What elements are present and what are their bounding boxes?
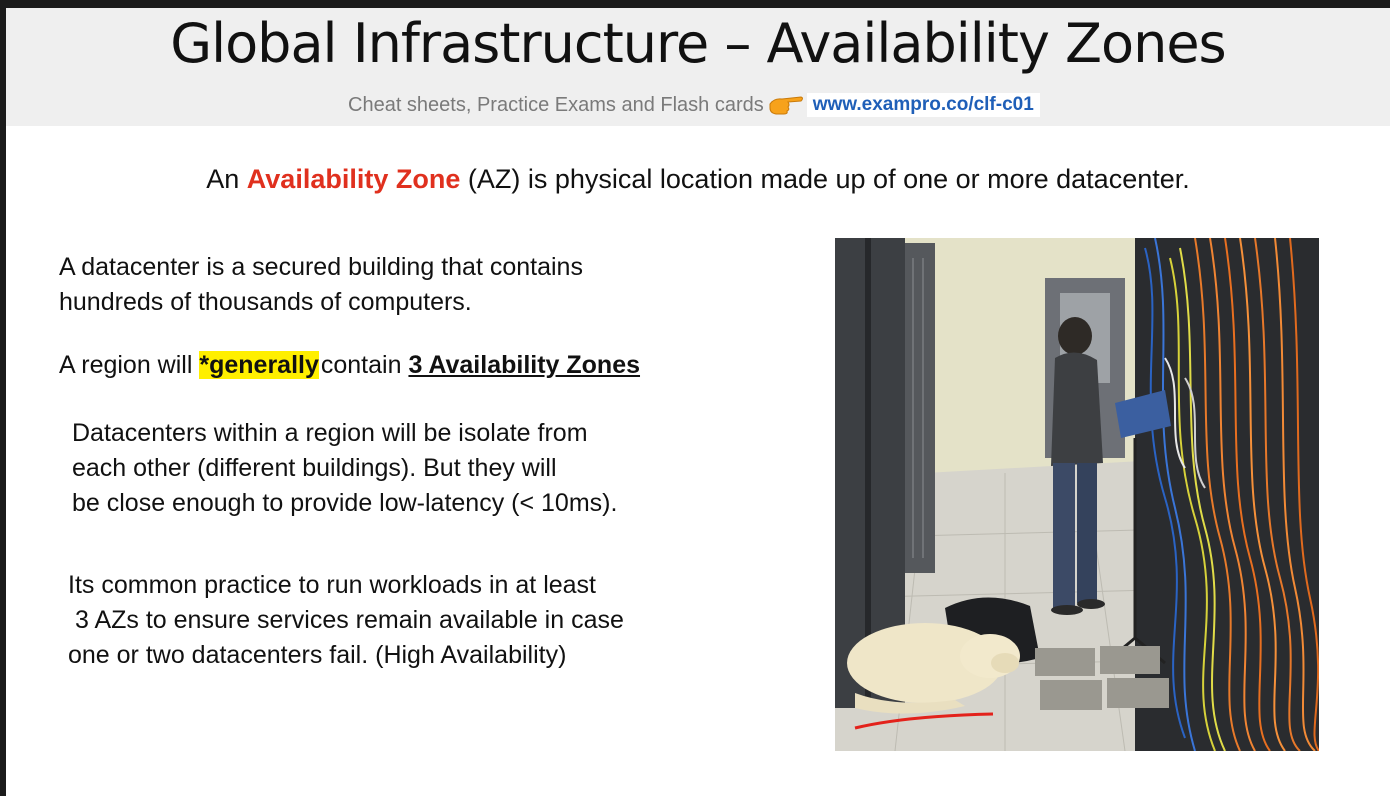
resources-line: Cheat sheets, Practice Exams and Flash c… xyxy=(348,92,1040,118)
datacenter-line: hundreds of thousands of computers. xyxy=(59,288,472,316)
isolation-line: be close enough to provide low-latency (… xyxy=(72,489,618,517)
datacenter-line: A datacenter is a secured building that … xyxy=(59,253,583,281)
isolation-paragraph: Datacenters within a region will be isol… xyxy=(72,416,617,521)
exampro-link[interactable]: www.exampro.co/clf-c01 xyxy=(806,93,1040,117)
resources-text: Cheat sheets, Practice Exams and Flash c… xyxy=(348,93,764,116)
slide-title: Global Infrastructure – Availability Zon… xyxy=(170,12,1226,75)
az-definition: An Availability Zone (AZ) is physical lo… xyxy=(6,164,1390,195)
az-term: Availability Zone xyxy=(246,164,461,194)
three-az-emphasis: 3 Availability Zones xyxy=(408,351,641,379)
practice-line: 3 AZs to ensure services remain availabl… xyxy=(75,606,624,634)
practice-line: one or two datacenters fail. (High Avail… xyxy=(68,641,567,669)
az-suffix: (AZ) is physical location made up of one… xyxy=(467,164,1190,194)
region-prefix: A region will xyxy=(59,351,193,379)
region-paragraph: A region will *generallycontain 3 Availa… xyxy=(59,348,640,383)
region-middle: contain xyxy=(320,351,402,379)
pointing-hand-icon xyxy=(768,92,804,118)
generally-highlight: *generally xyxy=(199,351,319,379)
slide-header: Global Infrastructure – Availability Zon… xyxy=(6,8,1390,126)
datacenter-paragraph: A datacenter is a secured building that … xyxy=(59,250,583,320)
isolation-line: each other (different buildings). But th… xyxy=(72,454,557,482)
practice-paragraph: Its common practice to run workloads in … xyxy=(68,568,624,673)
az-prefix: An xyxy=(206,164,240,194)
slide: Global Infrastructure – Availability Zon… xyxy=(6,8,1390,796)
practice-line: Its common practice to run workloads in … xyxy=(68,571,597,599)
isolation-line: Datacenters within a region will be isol… xyxy=(72,419,588,447)
datacenter-photo xyxy=(835,238,1319,751)
